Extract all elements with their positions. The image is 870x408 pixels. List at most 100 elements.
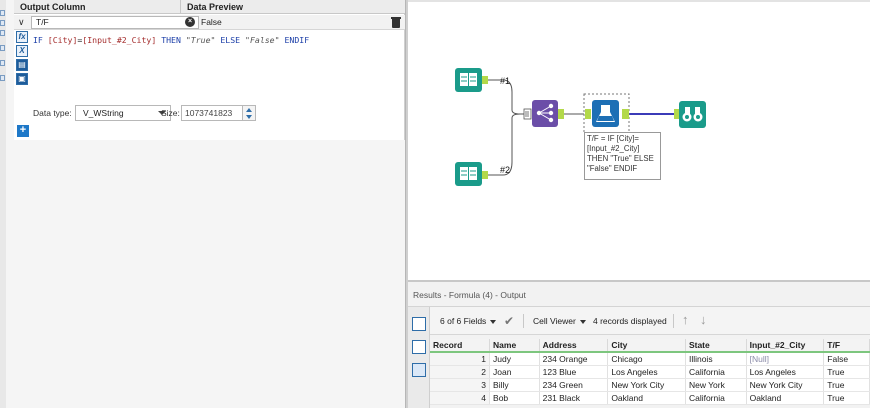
table-row[interactable]: 4 Bob 231 Black Oakland California Oakla… [430,391,870,405]
table-cell[interactable]: California [685,391,747,405]
metadata-icon[interactable] [412,340,426,354]
output-column-input[interactable]: T/F [31,16,199,29]
output-anchor[interactable] [482,76,488,84]
table-cell[interactable]: New York [685,378,747,392]
annotation-line: T/F = IF [City]= [587,134,639,143]
expr-keyword: IF [33,35,43,45]
chevron-down-icon [579,319,586,324]
table-row[interactable]: 3 Billy 234 Green New York City New York… [430,378,870,392]
annotation-line: [Input_#2_City] [587,144,640,153]
column-header[interactable]: Input_#2_City [746,339,825,353]
table-row[interactable]: 1 Judy 234 Orange Chicago Illinois [Null… [430,352,870,366]
formula-annotation: T/F = IF [City]= [Input_#2_City] THEN "T… [584,132,661,180]
arrow-down-icon[interactable]: ↓ [700,312,707,327]
config-strip-icon[interactable] [0,75,5,81]
expr-field: [Input_#2_City] [82,35,157,45]
browse-tool[interactable] [679,101,706,128]
column-header[interactable]: T/F [823,339,870,353]
table-cell[interactable]: 123 Blue [539,365,609,379]
table-cell[interactable]: True [823,365,870,379]
table-cell[interactable]: True [823,378,870,392]
null-cell[interactable]: [Null] [746,352,825,366]
table-cell[interactable]: Joan [489,365,540,379]
formula-config-panel: Output Column Data Preview ∨ T/F × False… [0,0,405,408]
saved-expression-icon[interactable]: ▤ [16,59,28,71]
data-type-row: Data type: V_WString Size: 1073741823 [14,104,405,122]
results-table: Record Name Address City State Input_#2_… [430,339,870,405]
connection-label-2: #2 [500,165,511,175]
output-anchor[interactable] [482,171,488,179]
workflow-canvas[interactable]: #1 #2 T/F = IF [City]= [Input_#2_City] T… [408,0,870,280]
fields-selector[interactable]: 6 of 6 Fields [440,316,497,326]
record-cell[interactable]: 1 [430,352,491,366]
column-header[interactable]: Name [489,339,540,353]
output-anchor[interactable] [622,109,629,119]
config-strip-icon[interactable] [0,45,5,51]
table-cell[interactable]: Chicago [607,352,686,366]
viewer-selector[interactable]: Cell Viewer [533,316,586,326]
expr-keyword: ENDIF [284,35,310,45]
table-cell[interactable]: Oakland [746,391,825,405]
column-header[interactable]: City [607,339,686,353]
input-tool-1[interactable] [455,68,482,92]
data-type-select[interactable]: V_WString [75,105,171,121]
check-icon[interactable]: ✔ [504,314,514,328]
annotation-line: THEN "True" ELSE [587,154,654,163]
input-anchor[interactable] [585,109,591,119]
trash-icon[interactable] [390,16,402,29]
table-cell[interactable]: New York City [746,378,825,392]
table-cell[interactable]: Los Angeles [607,365,686,379]
list-view-icon[interactable] [412,317,426,331]
expression-editor[interactable]: IF [City]=[Input_#2_City] THEN "True" EL… [33,35,309,45]
chevron-down-icon [490,319,497,324]
config-strip-icon[interactable] [0,20,5,26]
table-cell[interactable]: Oakland [607,391,686,405]
config-strip-icon[interactable] [0,30,5,36]
results-toolbar: 6 of 6 Fields ✔ Cell Viewer 4 records di… [430,307,870,335]
append-fields-tool[interactable] [532,100,558,127]
data-preview-header: Data Preview [180,0,405,14]
table-row[interactable]: 2 Joan 123 Blue Los Angeles California L… [430,365,870,379]
table-cell[interactable]: Bob [489,391,540,405]
table-cell[interactable]: 234 Orange [539,352,609,366]
expr-string: "True" [185,35,216,45]
record-cell[interactable]: 4 [430,391,491,405]
variable-icon[interactable]: X [16,45,28,57]
clear-icon[interactable]: × [185,17,195,27]
config-strip-icon[interactable] [0,10,5,16]
input-anchor[interactable] [523,108,532,120]
arrow-up-icon[interactable]: ↑ [682,312,689,327]
fields-count: 6 of 6 Fields [440,316,487,326]
size-stepper[interactable] [242,105,256,121]
table-cell[interactable]: False [823,352,870,366]
table-cell[interactable]: True [823,391,870,405]
record-cell[interactable]: 2 [430,365,491,379]
column-header[interactable]: State [685,339,747,353]
table-cell[interactable]: Judy [489,352,540,366]
output-anchor[interactable] [558,109,564,119]
input-tool-2[interactable] [455,162,482,186]
table-cell[interactable]: Los Angeles [746,365,825,379]
table-cell[interactable]: California [685,365,747,379]
column-header[interactable]: Record [430,339,491,353]
column-header[interactable]: Address [539,339,609,353]
table-header-row: Record Name Address City State Input_#2_… [430,339,870,353]
app-window: Output Column Data Preview ∨ T/F × False… [0,0,870,408]
save-icon[interactable]: ▣ [16,73,28,85]
table-cell[interactable]: 231 Black [539,391,609,405]
table-cell[interactable]: New York City [607,378,686,392]
input-anchor[interactable] [674,109,679,119]
table-cell[interactable]: Illinois [685,352,747,366]
expression-tools: fx X ▤ ▣ [16,31,29,87]
function-icon[interactable]: fx [16,31,28,43]
table-cell[interactable]: 234 Green [539,378,609,392]
table-cell[interactable]: Billy [489,378,540,392]
data-view-icon[interactable] [412,363,426,377]
records-displayed: 4 records displayed [593,316,667,326]
formula-tool[interactable] [592,100,619,127]
results-side-toolbar [408,307,430,408]
chevron-down-icon[interactable]: ∨ [18,17,28,27]
config-strip-icon[interactable] [0,60,5,66]
add-expression-button[interactable]: + [17,125,29,137]
record-cell[interactable]: 3 [430,378,491,392]
